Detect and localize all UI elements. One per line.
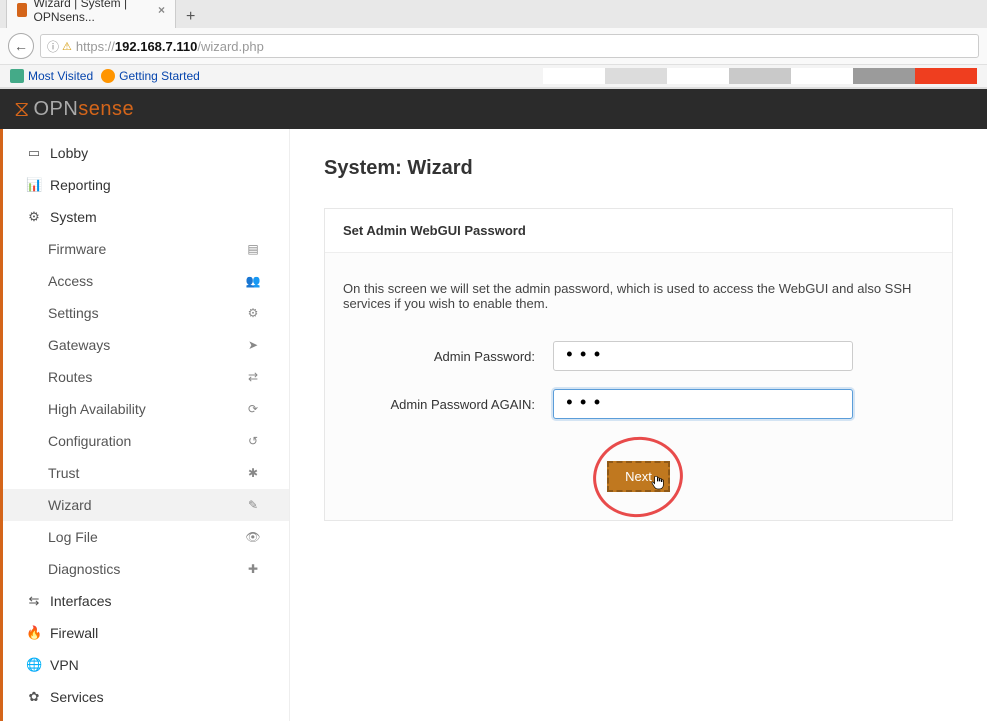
row-admin-password: Admin Password: <box>343 341 934 371</box>
nav-label: Wizard <box>48 497 237 513</box>
nav-system-logfile[interactable]: Log File 👁 <box>0 521 289 553</box>
nav-system-configuration[interactable]: Configuration ↺ <box>0 425 289 457</box>
nav-label: Gateways <box>48 337 237 353</box>
system-icon: ⚙ <box>26 209 42 225</box>
refresh-icon: ⟳ <box>245 402 261 416</box>
page-title: System: Wizard <box>324 157 953 180</box>
eye-icon: 👁 <box>245 530 261 544</box>
main-layout: ▭ Lobby 📊 Reporting ⚙ System Firmware ▤ … <box>0 129 987 721</box>
logo-icon: ⧖ <box>14 96 29 122</box>
panel-heading: Set Admin WebGUI Password <box>325 209 952 253</box>
interfaces-icon: ⇆ <box>26 593 42 609</box>
nav-label: Firmware <box>48 241 237 257</box>
nav-firewall[interactable]: 🔥 Firewall <box>0 617 289 649</box>
next-button[interactable]: Next <box>607 461 670 492</box>
nav-label: Lobby <box>50 145 88 161</box>
nav-system-ha[interactable]: High Availability ⟳ <box>0 393 289 425</box>
admin-password-again-input[interactable] <box>553 389 853 419</box>
nav-system[interactable]: ⚙ System <box>0 201 289 233</box>
nav-label: System <box>50 209 97 225</box>
certificate-icon: ✱ <box>245 466 261 480</box>
label-admin-password: Admin Password: <box>343 349 553 364</box>
back-button[interactable]: ← <box>8 33 34 59</box>
lobby-icon: ▭ <box>26 145 42 161</box>
services-icon: ✿ <box>26 689 42 705</box>
magic-icon: ✎ <box>245 498 261 512</box>
nav-system-routes[interactable]: Routes ⇄ <box>0 361 289 393</box>
routes-icon: ⇄ <box>245 370 261 384</box>
nav-label: Settings <box>48 305 237 321</box>
nav-label: Configuration <box>48 433 237 449</box>
nav-system-firmware[interactable]: Firmware ▤ <box>0 233 289 265</box>
panel-body: On this screen we will set the admin pas… <box>325 253 952 520</box>
info-icon[interactable]: ⓘ <box>47 38 59 55</box>
vpn-icon: 🌐 <box>26 657 42 673</box>
tab-favicon <box>17 3 27 17</box>
sidebar-accent <box>0 129 3 721</box>
bookmark-label: Getting Started <box>119 69 200 83</box>
logo[interactable]: ⧖ OPNsense <box>14 96 134 122</box>
url-host: 192.168.7.110 <box>115 39 197 54</box>
label-admin-password-again: Admin Password AGAIN: <box>343 397 553 412</box>
nav-system-diagnostics[interactable]: Diagnostics ✚ <box>0 553 289 585</box>
button-row: Next <box>343 461 934 492</box>
nav-label: VPN <box>50 657 79 673</box>
nav-label: Diagnostics <box>48 561 237 577</box>
url-scheme: https:// <box>76 39 115 54</box>
content-area: System: Wizard Set Admin WebGUI Password… <box>290 129 987 721</box>
nav-label: Reporting <box>50 177 111 193</box>
reporting-icon: 📊 <box>26 177 42 193</box>
firmware-icon: ▤ <box>245 242 261 256</box>
nav-vpn[interactable]: 🌐 VPN <box>0 649 289 681</box>
location-icon: ➤ <box>245 338 261 352</box>
url-path: /wizard.php <box>197 39 263 54</box>
firewall-icon: 🔥 <box>26 625 42 641</box>
firefox-icon <box>101 69 115 83</box>
nav-system-settings[interactable]: Settings ⚙ <box>0 297 289 329</box>
sliders-icon: ⚙ <box>245 306 261 320</box>
address-bar: ← ⓘ ⚠ https://192.168.7.110/wizard.php <box>0 28 987 64</box>
bookmark-getting-started[interactable]: Getting Started <box>101 69 200 83</box>
nav-interfaces[interactable]: ⇆ Interfaces <box>0 585 289 617</box>
browser-chrome: Wizard | System | OPNsens... × + ← ⓘ ⚠ h… <box>0 0 987 89</box>
nav-label: Firewall <box>50 625 98 641</box>
row-admin-password-again: Admin Password AGAIN: <box>343 389 934 419</box>
nav-reporting[interactable]: 📊 Reporting <box>0 169 289 201</box>
app-header: ⧖ OPNsense <box>0 89 987 129</box>
color-strip <box>543 68 977 84</box>
history-icon: ↺ <box>245 434 261 448</box>
tab-title: Wizard | System | OPNsens... <box>33 0 152 24</box>
bookmark-most-visited[interactable]: Most Visited <box>10 69 93 83</box>
nav-lobby[interactable]: ▭ Lobby <box>0 137 289 169</box>
nav-label: Interfaces <box>50 593 111 609</box>
tab-bar: Wizard | System | OPNsens... × + <box>0 0 987 28</box>
new-tab-button[interactable]: + <box>176 6 205 28</box>
bookmark-icon <box>10 69 24 83</box>
wizard-panel: Set Admin WebGUI Password On this screen… <box>324 208 953 521</box>
nav-label: Access <box>48 273 237 289</box>
nav-label: Log File <box>48 529 237 545</box>
nav-system-wizard[interactable]: Wizard ✎ <box>0 489 289 521</box>
nav-label: High Availability <box>48 401 237 417</box>
bookmark-label: Most Visited <box>28 69 93 83</box>
admin-password-input[interactable] <box>553 341 853 371</box>
tab-close-icon[interactable]: × <box>158 3 165 17</box>
nav-services[interactable]: ✿ Services <box>0 681 289 713</box>
wizard-description: On this screen we will set the admin pas… <box>343 281 934 311</box>
logo-text: OPNsense <box>33 98 134 121</box>
nav-system-trust[interactable]: Trust ✱ <box>0 457 289 489</box>
nav-label: Services <box>50 689 104 705</box>
users-icon: 👥 <box>245 274 261 288</box>
nav-label: Trust <box>48 465 237 481</box>
bookmarks-bar: Most Visited Getting Started <box>0 64 987 88</box>
nav-system-gateways[interactable]: Gateways ➤ <box>0 329 289 361</box>
lock-warning-icon[interactable]: ⚠ <box>62 40 72 53</box>
nav-system-access[interactable]: Access 👥 <box>0 265 289 297</box>
sidebar: ▭ Lobby 📊 Reporting ⚙ System Firmware ▤ … <box>0 129 290 721</box>
nav-label: Routes <box>48 369 237 385</box>
medkit-icon: ✚ <box>245 562 261 576</box>
url-input[interactable]: ⓘ ⚠ https://192.168.7.110/wizard.php <box>40 34 979 58</box>
browser-tab[interactable]: Wizard | System | OPNsens... × <box>6 0 176 28</box>
